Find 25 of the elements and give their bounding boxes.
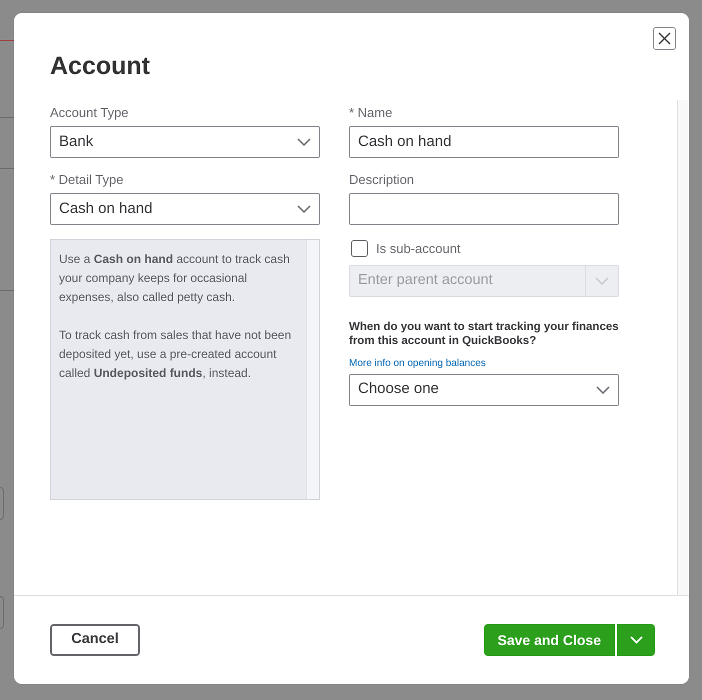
cancel-button[interactable]: Cancel — [50, 624, 140, 656]
question-text: When do you want to start tracking your finances from this account in QuickBooks? — [349, 320, 619, 348]
chevron-icon — [630, 636, 642, 644]
account-type-dropdown[interactable]: Bank — [50, 126, 320, 158]
close-button[interactable] — [653, 27, 676, 50]
field-label: * Detail Type — [50, 172, 124, 188]
chevron-icon — [297, 138, 311, 146]
checkbox-label: Is sub-account — [376, 240, 461, 258]
chevron-icon — [297, 205, 311, 213]
detail-type-dropdown[interactable]: Cash on hand — [50, 193, 320, 225]
field-label: Description — [349, 172, 416, 188]
close-icon — [657, 31, 672, 46]
name-field[interactable]: Cash on hand — [349, 126, 619, 158]
field-label: Account Type — [50, 105, 130, 121]
help-text: Use a Cash on hand account to track cash your company keeps for occasional expenses, also called petty cash. — [59, 251, 291, 306]
dropdown-button[interactable] — [617, 624, 655, 656]
chevron-icon — [596, 386, 610, 394]
field-label: * Name — [349, 105, 394, 121]
help-text: To track cash from sales that have not been deposited yet, use a pre-created account called Undeposited funds, instead. — [59, 327, 292, 382]
dialog-title: Account — [50, 51, 151, 81]
sub-account-checkbox[interactable] — [351, 240, 368, 258]
chevron-icon — [595, 276, 609, 284]
description-field[interactable] — [349, 193, 619, 225]
opening-balance-link[interactable]: More info on opening balances — [349, 356, 486, 370]
start-date-dropdown[interactable]: Choose one — [349, 374, 619, 406]
